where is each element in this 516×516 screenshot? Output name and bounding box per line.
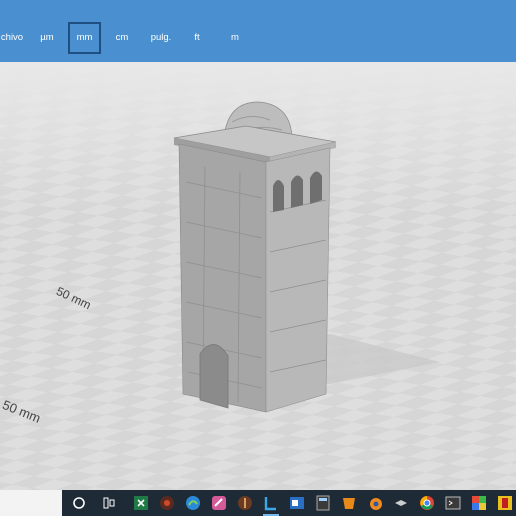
unit-ft-button[interactable]: ft (186, 22, 208, 54)
tower-model[interactable] (0, 62, 516, 490)
chrome-icon[interactable] (418, 494, 436, 512)
app-brown-icon[interactable] (236, 494, 254, 512)
cortana-circle-icon[interactable] (70, 494, 88, 512)
unit-file-button[interactable]: chivo (0, 22, 24, 54)
taskbar-search-box[interactable] (0, 490, 62, 516)
units-toolbar: chivo µm mm cm pulg. ft m (0, 0, 516, 62)
3d-viewport[interactable]: 50 mm 50 mm (0, 62, 516, 490)
app-yellow-icon[interactable] (496, 494, 514, 512)
app-dark-icon[interactable] (392, 494, 410, 512)
unit-micrometer-button[interactable]: µm (34, 22, 60, 54)
app-pink-icon[interactable] (210, 494, 228, 512)
outlook-icon[interactable] (288, 494, 306, 512)
3d-viewer-icon[interactable] (262, 494, 280, 512)
excel-icon[interactable] (132, 494, 150, 512)
calculator-icon[interactable] (314, 494, 332, 512)
app-orange-icon[interactable] (340, 494, 358, 512)
windows-taskbar (0, 490, 516, 516)
unit-inch-button[interactable]: pulg. (145, 22, 177, 54)
unit-cm-button[interactable]: cm (109, 22, 135, 54)
unit-mm-button[interactable]: mm (68, 22, 101, 54)
unit-m-button[interactable]: m (224, 22, 246, 54)
edge-icon[interactable] (184, 494, 202, 512)
app-colorful-icon[interactable] (470, 494, 488, 512)
task-view-icon[interactable] (100, 494, 118, 512)
app-red-icon[interactable] (158, 494, 176, 512)
app-terminal-icon[interactable] (444, 494, 462, 512)
blender-icon[interactable] (366, 494, 384, 512)
